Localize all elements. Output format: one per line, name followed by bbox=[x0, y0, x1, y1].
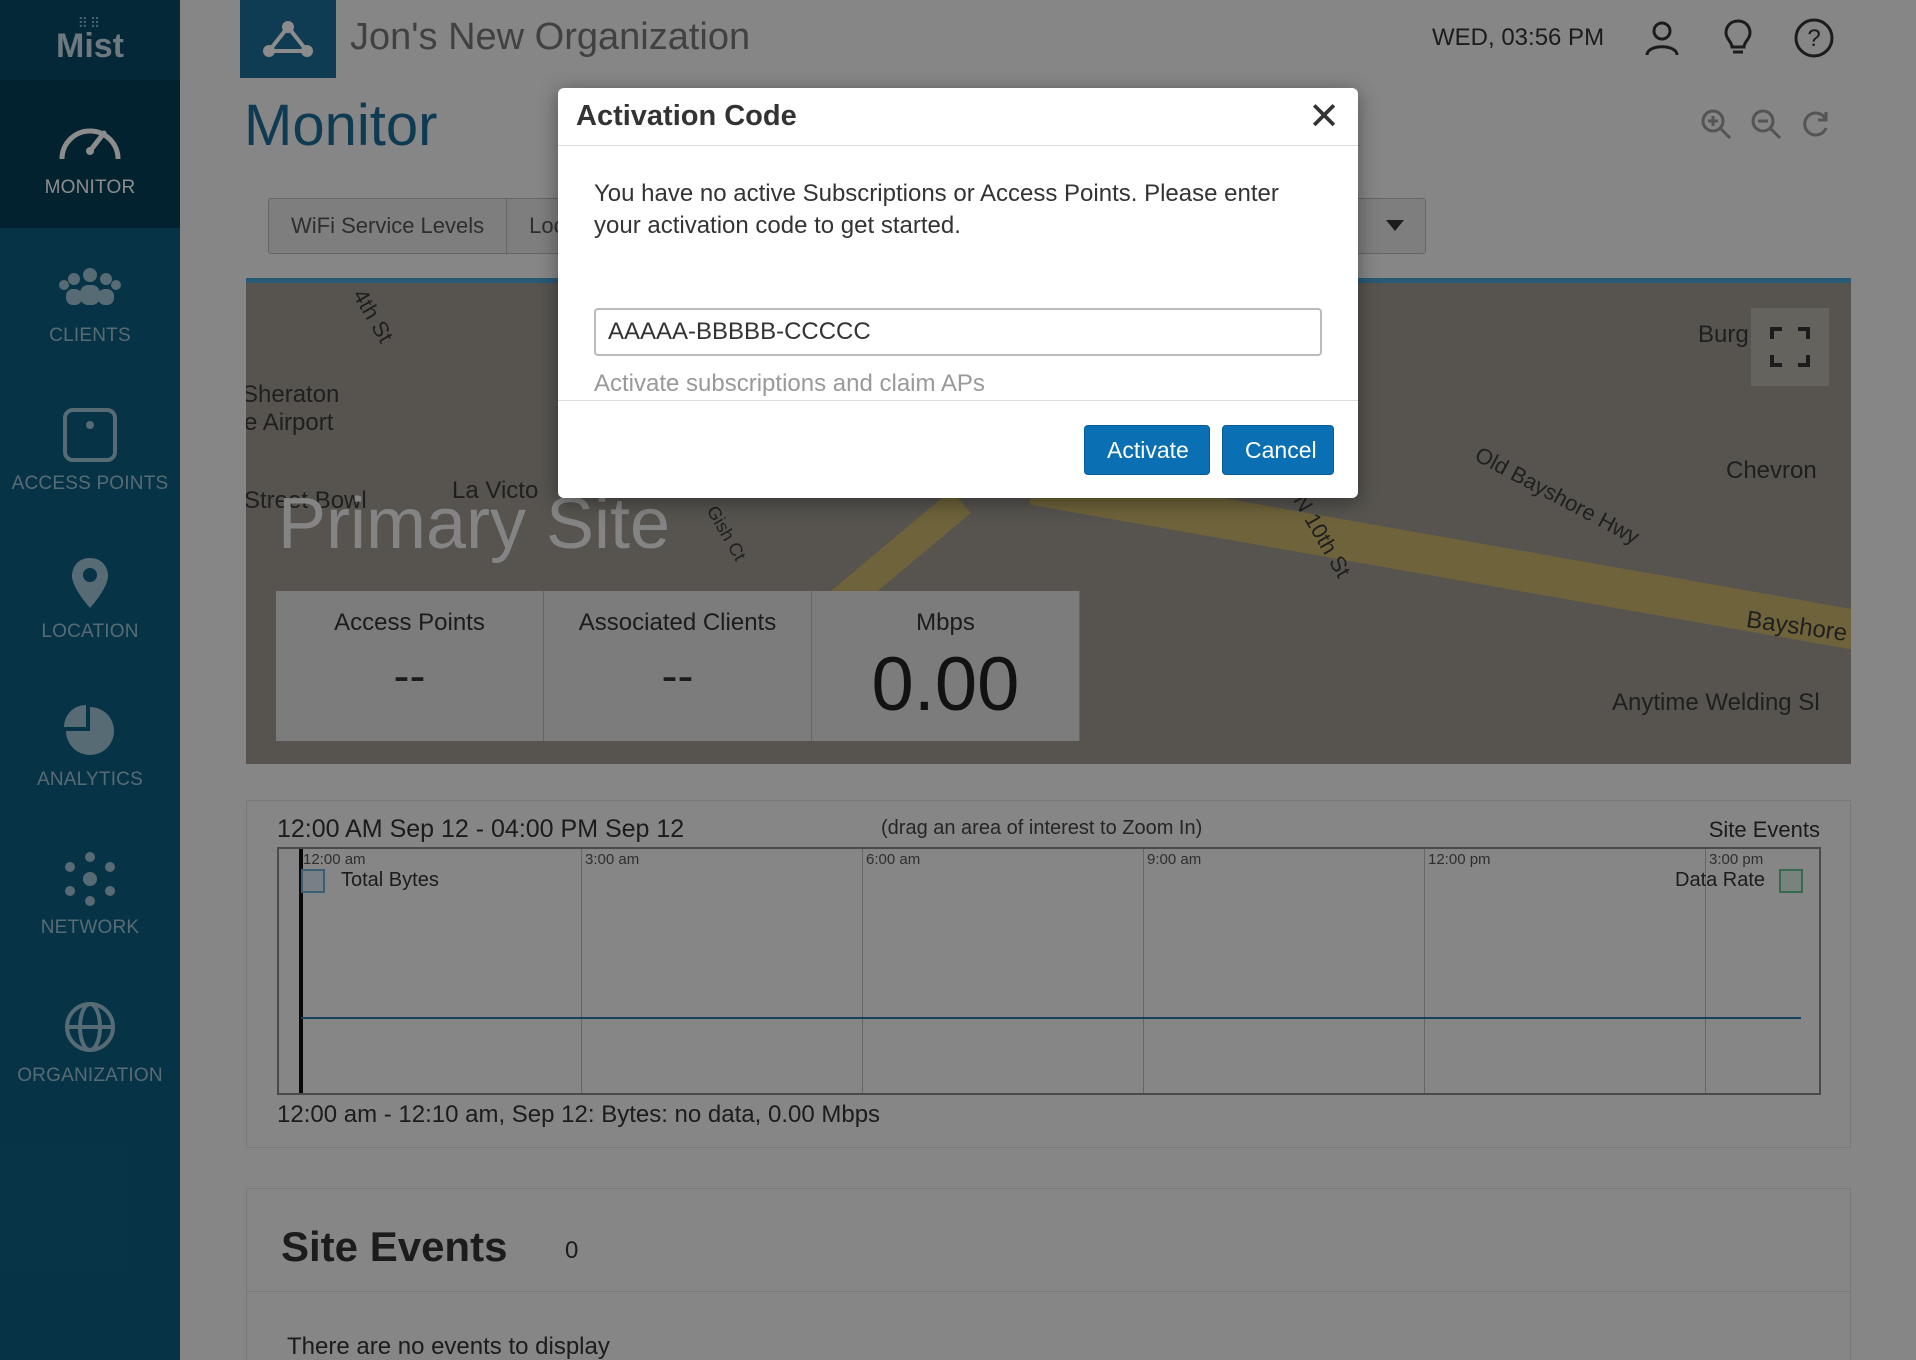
modal-help-text: Activate subscriptions and claim APs bbox=[594, 370, 985, 397]
modal-message: You have no active Subscriptions or Acce… bbox=[594, 180, 1279, 239]
modal-header: Activation Code ✕ bbox=[558, 88, 1358, 146]
activation-code-modal: Activation Code ✕ You have no active Sub… bbox=[558, 88, 1358, 498]
close-icon[interactable]: ✕ bbox=[1308, 98, 1340, 136]
modal-footer: Activate Cancel bbox=[558, 401, 1358, 497]
activate-button[interactable]: Activate bbox=[1084, 425, 1210, 475]
activation-code-input[interactable] bbox=[594, 308, 1322, 356]
modal-body: You have no active Subscriptions or Acce… bbox=[558, 146, 1358, 401]
modal-title: Activation Code bbox=[576, 100, 797, 132]
cancel-button[interactable]: Cancel bbox=[1222, 425, 1334, 475]
